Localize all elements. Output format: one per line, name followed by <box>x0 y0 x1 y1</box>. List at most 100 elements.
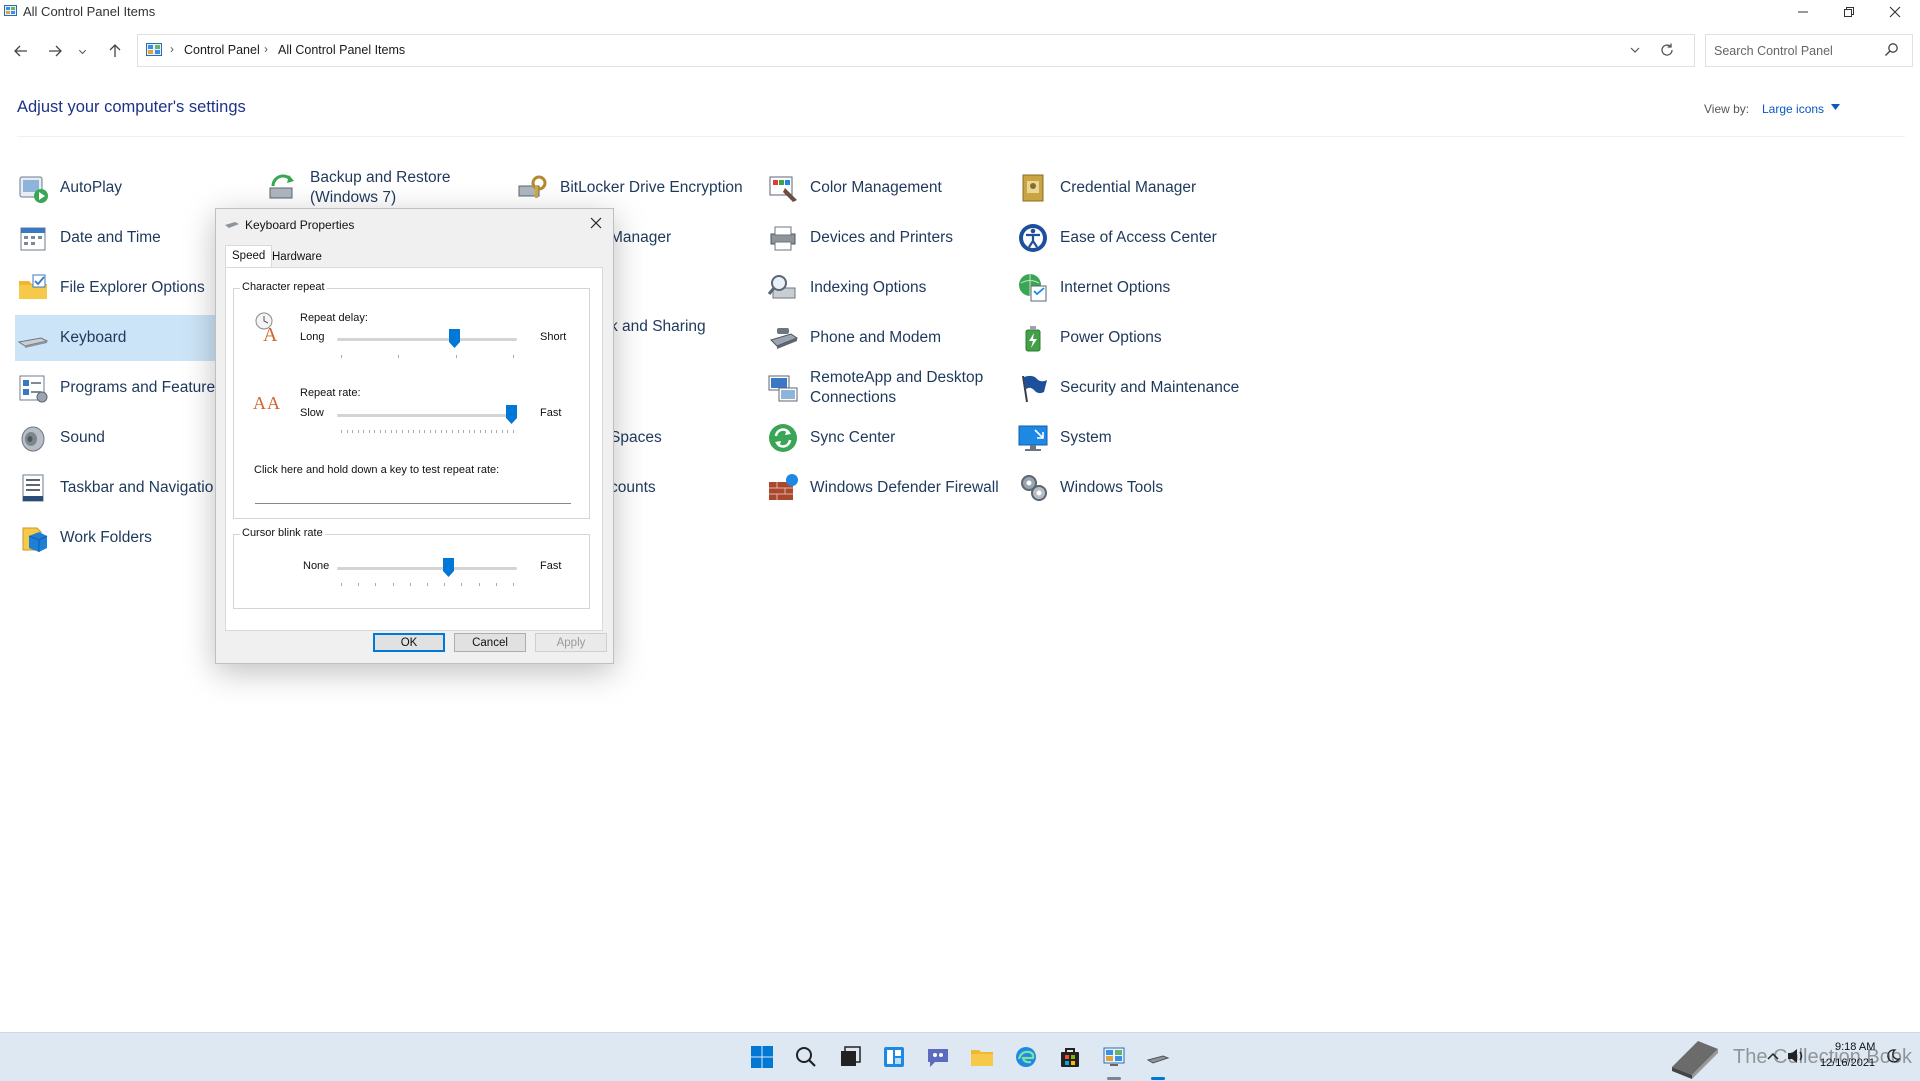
cp-item-label: Phone and Modem <box>810 329 941 346</box>
cp-item-system[interactable]: System <box>1015 415 1260 461</box>
character-repeat-group: Character repeat A Repeat delay: Long Sh… <box>233 281 590 519</box>
slider-tick <box>352 430 354 433</box>
date-time-icon <box>20 227 46 251</box>
forward-button[interactable] <box>42 38 68 64</box>
keyboard-properties-taskbar-button[interactable] <box>1144 1043 1172 1071</box>
cp-item-ease-of-access[interactable]: Ease of Access Center <box>1015 215 1260 261</box>
volume-button[interactable] <box>1786 1047 1806 1065</box>
svg-text:A: A <box>253 393 266 413</box>
caret-down-icon[interactable] <box>1831 104 1840 110</box>
remoteapp-icon <box>768 375 798 402</box>
cp-item-taskbar-navigation[interactable]: Taskbar and Navigatio <box>15 465 215 511</box>
slider-tick <box>513 430 514 433</box>
breadcrumb-separator: › <box>170 42 174 56</box>
refresh-icon[interactable] <box>1659 42 1675 58</box>
windows-logo-icon <box>751 1046 773 1068</box>
cp-item-keyboard[interactable]: Keyboard <box>15 315 215 361</box>
slider-tick <box>457 430 459 433</box>
view-by-dropdown[interactable]: Large icons <box>1762 102 1824 116</box>
start-button[interactable] <box>748 1043 776 1071</box>
close-button[interactable] <box>1872 0 1918 24</box>
cp-item-windows-tools[interactable]: Windows Tools <box>1015 465 1260 511</box>
chevron-down-icon[interactable] <box>1628 43 1642 57</box>
cancel-button[interactable]: Cancel <box>454 633 526 652</box>
cp-item-color-management[interactable]: Color Management <box>765 165 1010 211</box>
repeat-rate-slider[interactable] <box>506 405 517 424</box>
restore-icon <box>1844 7 1854 17</box>
cp-item-security-maintenance[interactable]: Security and Maintenance <box>1015 365 1260 411</box>
search-input[interactable] <box>1712 41 1876 61</box>
system-tray-chevron[interactable] <box>1764 1047 1782 1065</box>
cp-item-internet-options[interactable]: Internet Options <box>1015 265 1260 311</box>
chat-button[interactable] <box>924 1043 952 1071</box>
cp-item-label: Backup and Restore (Windows 7) <box>310 169 451 206</box>
slider-tick <box>379 430 381 433</box>
taskbar-icon <box>22 474 44 502</box>
cp-item-programs-features[interactable]: Programs and Feature <box>15 365 215 411</box>
clock-time[interactable]: 9:18 AM <box>1835 1041 1875 1053</box>
title-bar: All Control Panel Items <box>0 0 1920 24</box>
slider-tick <box>390 430 392 433</box>
keyboard-properties-dialog: Keyboard Properties Speed Hardware Chara… <box>215 208 614 664</box>
apply-button[interactable]: Apply <box>535 633 607 652</box>
ok-button[interactable]: OK <box>373 633 445 652</box>
repeat-delay-slider[interactable] <box>448 329 460 348</box>
address-bar[interactable]: › Control Panel › All Control Panel Item… <box>137 34 1695 67</box>
breadcrumb-control-panel[interactable]: Control Panel <box>184 43 260 57</box>
store-button[interactable] <box>1056 1043 1084 1071</box>
watermark-book-icon <box>1672 1041 1718 1079</box>
cp-item-backup-restore[interactable]: Backup and Restore (Windows 7) <box>265 165 510 211</box>
up-button[interactable] <box>102 38 128 64</box>
slider-tick <box>407 430 409 433</box>
restore-button[interactable] <box>1826 0 1872 24</box>
cp-item-label: Windows Defender Firewall <box>810 479 999 496</box>
internet-options-icon <box>1019 274 1047 302</box>
cp-item-autoplay[interactable]: AutoPlay <box>15 165 260 211</box>
edge-button[interactable] <box>1012 1043 1040 1071</box>
taskbar-search-button[interactable] <box>792 1043 820 1071</box>
slider-tick <box>402 430 404 433</box>
minimize-button[interactable] <box>1780 0 1826 24</box>
slider-tick <box>461 583 463 586</box>
cp-item-bitlocker[interactable]: BitLocker Drive Encryption <box>515 165 760 211</box>
cp-item-indexing-options[interactable]: Indexing Options <box>765 265 1010 311</box>
search-box[interactable] <box>1705 34 1913 67</box>
cp-item-phone-modem[interactable]: Phone and Modem <box>765 315 1010 361</box>
cursor-blink-slider[interactable] <box>443 558 455 577</box>
slider-tick <box>446 430 448 433</box>
slider-tick <box>385 430 387 433</box>
cp-item-devices-printers[interactable]: Devices and Printers <box>765 215 1010 261</box>
slider-tick <box>440 430 442 433</box>
tab-hardware[interactable]: Hardware <box>266 247 328 267</box>
cp-item-sound[interactable]: Sound <box>15 415 215 461</box>
control-panel-taskbar-button[interactable] <box>1100 1043 1128 1071</box>
back-button[interactable] <box>8 38 34 64</box>
power-options-icon <box>1025 326 1041 352</box>
chat-icon <box>928 1049 948 1067</box>
cp-item-firewall[interactable]: Windows Defender Firewall <box>765 465 1010 511</box>
sound-icon <box>21 426 45 452</box>
breadcrumb-all-items[interactable]: All Control Panel Items <box>278 43 405 57</box>
cp-item-sync-center[interactable]: Sync Center <box>765 415 1010 461</box>
slider-tick <box>341 583 342 586</box>
task-view-button[interactable] <box>836 1043 864 1071</box>
clock-date[interactable]: 12/16/2021 <box>1820 1057 1875 1069</box>
slider-tick <box>496 430 498 433</box>
recent-locations-button[interactable] <box>73 38 91 64</box>
cp-item-credential-manager[interactable]: Credential Manager <box>1015 165 1260 211</box>
cp-item-remoteapp[interactable]: RemoteApp and Desktop Connections <box>765 365 1010 411</box>
file-explorer-button[interactable] <box>968 1043 996 1071</box>
cp-item-power-options[interactable]: Power Options <box>1015 315 1260 361</box>
blink-none-label: None <box>303 560 330 572</box>
repeat-delay-track <box>337 338 517 341</box>
notification-button[interactable] <box>1885 1048 1901 1064</box>
widgets-button[interactable] <box>880 1043 908 1071</box>
taskbar: The Collection Book 9:18 AM 12/16/2021 <box>0 1032 1920 1081</box>
slider-tick <box>341 430 342 433</box>
test-repeat-field[interactable] <box>255 481 571 504</box>
repeat-rate-ticks <box>234 430 235 431</box>
search-icon[interactable] <box>1884 42 1899 57</box>
slider-tick <box>474 430 476 433</box>
close-icon[interactable] <box>588 215 604 231</box>
header-divider <box>17 136 1905 137</box>
